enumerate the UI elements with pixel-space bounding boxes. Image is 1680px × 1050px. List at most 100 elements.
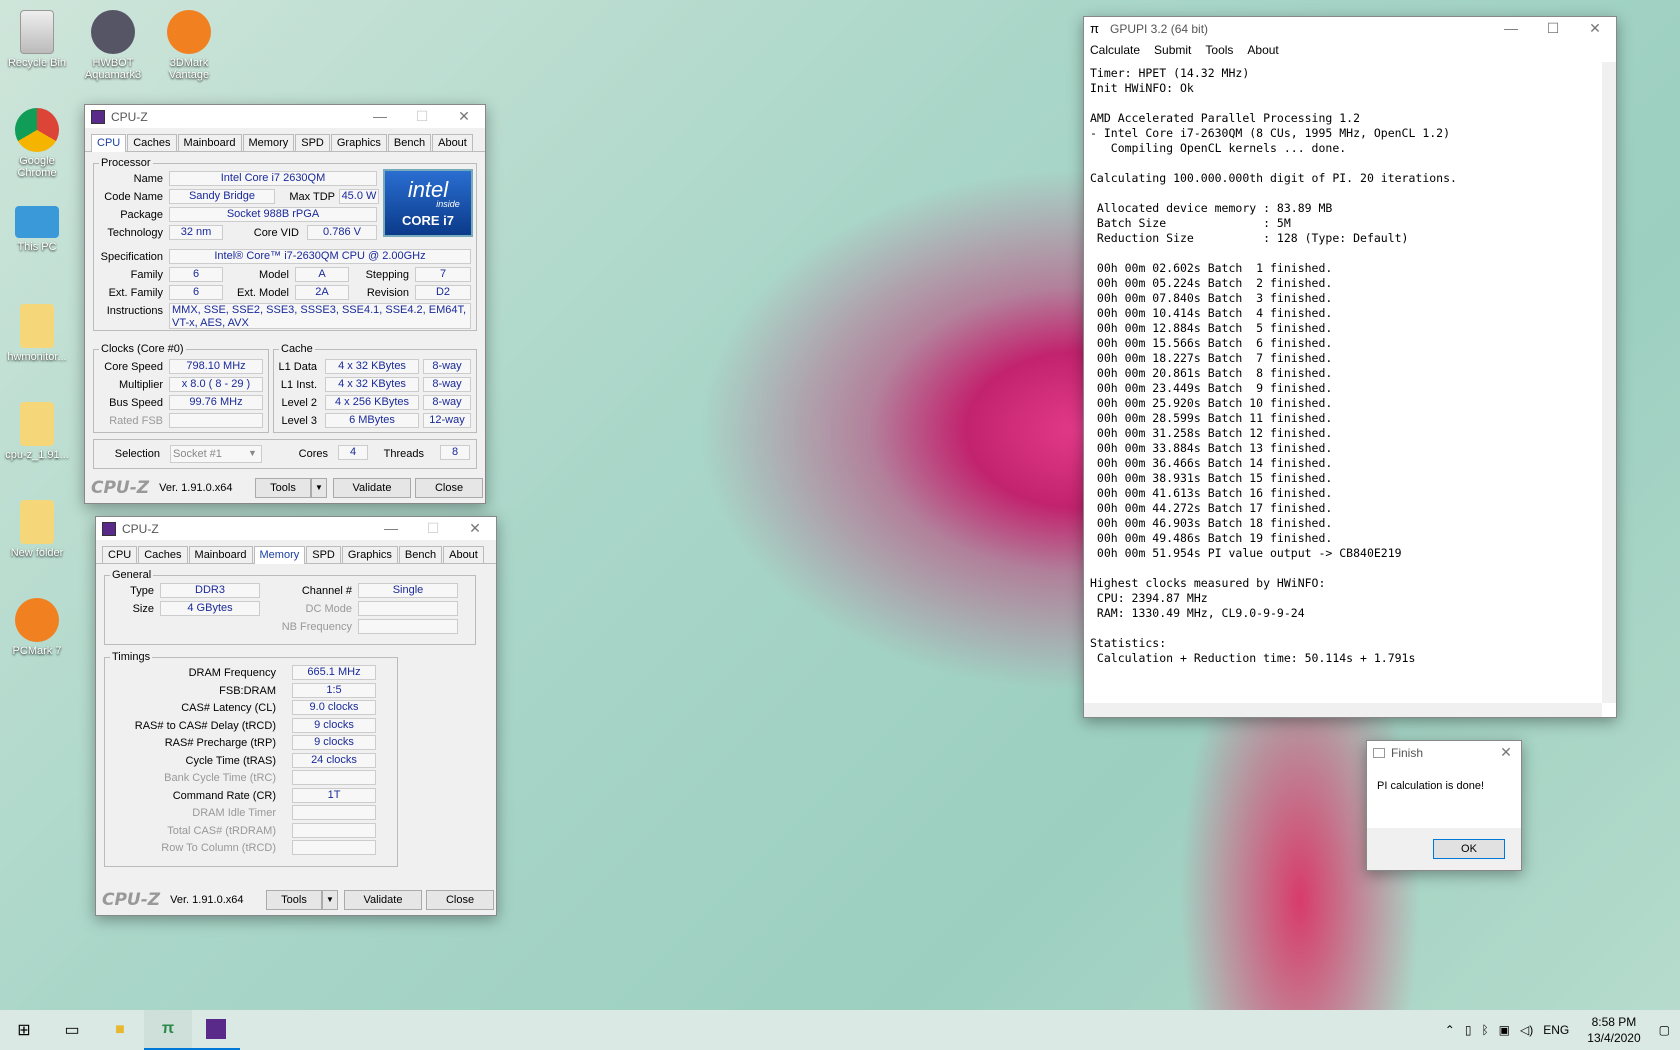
ratedfsb-value xyxy=(169,413,263,428)
tools-button[interactable]: Tools xyxy=(255,478,311,498)
network-icon[interactable]: ▣ xyxy=(1499,1023,1510,1037)
close-icon[interactable]: ✕ xyxy=(454,520,496,537)
tools-dropdown-icon[interactable]: ▼ xyxy=(322,890,338,910)
desktop-icon-cpuz-folder[interactable]: cpu-z_1.91... xyxy=(0,402,74,461)
start-button[interactable]: ⊞ xyxy=(0,1010,48,1050)
close-icon[interactable]: ✕ xyxy=(1491,744,1521,761)
clock[interactable]: 8:58 PM 13/4/2020 xyxy=(1587,1014,1640,1046)
desktop-icon-this-pc[interactable]: This PC xyxy=(0,206,74,253)
file-explorer-button[interactable]: ■ xyxy=(96,1010,144,1050)
dialog-message: PI calculation is done! xyxy=(1377,780,1485,792)
tab-memory[interactable]: Memory xyxy=(253,546,306,564)
tab-bench[interactable]: Bench xyxy=(398,546,443,563)
close-button[interactable]: Close xyxy=(415,478,483,498)
window-title: CPU-Z xyxy=(111,109,148,124)
vertical-scrollbar[interactable] xyxy=(1602,62,1616,703)
gpupi-log-area[interactable]: Timer: HPET (14.32 MHz) Init HWiNFO: Ok … xyxy=(1086,62,1602,703)
gpupi-titlebar[interactable]: π GPUPI 3.2 (64 bit) — ☐ ✕ xyxy=(1084,17,1616,40)
revision-label: Revision xyxy=(366,287,409,299)
notification-icon[interactable]: ▢ xyxy=(1659,1023,1670,1037)
menu-about[interactable]: About xyxy=(1247,43,1278,57)
tools-dropdown-icon[interactable]: ▼ xyxy=(311,478,327,498)
tab-graphics[interactable]: Graphics xyxy=(341,546,398,563)
windows-icon: ⊞ xyxy=(17,1022,31,1039)
finish-titlebar[interactable]: Finish ✕ xyxy=(1367,741,1521,764)
timing-value: 1:5 xyxy=(292,682,376,698)
bluetooth-icon[interactable]: ᛒ xyxy=(1481,1023,1488,1037)
validate-button[interactable]: Validate xyxy=(333,478,411,498)
validate-button[interactable]: Validate xyxy=(344,890,422,910)
general-legend: General xyxy=(112,569,152,581)
timing-label: Cycle Time (tRAS) xyxy=(185,754,276,767)
tab-spd[interactable]: SPD xyxy=(306,546,341,563)
desktop-icon-pcmark[interactable]: PCMark 7 xyxy=(0,598,74,657)
l1i-way: 8-way xyxy=(423,377,471,392)
timing-label: Row To Column (tRCD) xyxy=(161,842,276,854)
menu-tools[interactable]: Tools xyxy=(1205,43,1233,57)
window-title: CPU-Z xyxy=(122,521,159,536)
l2-value: 4 x 256 KBytes xyxy=(325,395,419,410)
chrome-icon xyxy=(15,108,59,152)
close-icon[interactable]: ✕ xyxy=(1574,20,1616,37)
task-view-button[interactable]: ▭ xyxy=(48,1010,96,1050)
timing-value: 9 clocks xyxy=(292,735,376,750)
tab-memory[interactable]: Memory xyxy=(242,134,295,151)
minimize-icon[interactable]: — xyxy=(359,108,401,125)
timing-label: Total CAS# (tRDRAM) xyxy=(167,824,276,837)
maximize-icon[interactable]: ☐ xyxy=(401,108,443,125)
close-icon[interactable]: ✕ xyxy=(443,108,485,125)
maximize-icon[interactable]: ☐ xyxy=(1532,20,1574,37)
cpuz-titlebar[interactable]: CPU-Z — ☐ ✕ xyxy=(96,517,496,540)
desktop-icon-label: 3DMark Vantage xyxy=(168,57,210,81)
desktop-icon-label: Google Chrome xyxy=(17,155,57,179)
size-value: 4 GBytes xyxy=(160,601,260,616)
cpuz-titlebar[interactable]: CPU-Z — ☐ ✕ xyxy=(85,105,485,128)
desktop-icon-chrome[interactable]: Google Chrome xyxy=(0,108,74,179)
desktop-icon-hwbot[interactable]: HWBOT Aquamark3 xyxy=(76,10,150,81)
close-button[interactable]: Close xyxy=(426,890,494,910)
ok-button[interactable]: OK xyxy=(1433,839,1505,859)
volume-icon[interactable]: ◁) xyxy=(1520,1023,1533,1037)
system-tray: ⌃ ▯ ᛒ ▣ ◁) ENG 8:58 PM 13/4/2020 ▢ xyxy=(1445,1014,1680,1046)
l1d-way: 8-way xyxy=(423,359,471,374)
tab-caches[interactable]: Caches xyxy=(138,546,188,563)
language-indicator[interactable]: ENG xyxy=(1543,1023,1569,1037)
tab-cpu[interactable]: CPU xyxy=(102,546,138,563)
chevron-down-icon[interactable]: ▼ xyxy=(248,448,257,458)
tab-mainboard[interactable]: Mainboard xyxy=(188,546,253,563)
channel-label: Channel # xyxy=(301,585,352,597)
minimize-icon[interactable]: — xyxy=(1490,20,1532,37)
tools-button[interactable]: Tools xyxy=(266,890,322,910)
chevron-up-icon[interactable]: ⌃ xyxy=(1445,1023,1455,1037)
desktop-icon-recycle-bin[interactable]: Recycle Bin xyxy=(0,10,74,69)
tab-spd[interactable]: SPD xyxy=(295,134,330,151)
desktop-icon-hwmonitor[interactable]: hwmonitor... xyxy=(0,304,74,363)
cpuz-bottom-bar: CPU-Z Ver. 1.91.0.x64 Tools ▼ Validate C… xyxy=(85,473,485,503)
tab-caches[interactable]: Caches xyxy=(127,134,177,151)
cpuz-taskbar-button[interactable] xyxy=(192,1010,240,1050)
cpuz-app-icon xyxy=(102,521,116,536)
desktop-icon-new-folder[interactable]: New folder xyxy=(0,500,74,559)
tab-about[interactable]: About xyxy=(443,546,484,563)
extmodel-value: 2A xyxy=(295,285,349,300)
threads-value: 8 xyxy=(440,445,470,460)
desktop-icon-label: New folder xyxy=(10,547,64,559)
tab-bench[interactable]: Bench xyxy=(387,134,432,151)
menu-submit[interactable]: Submit xyxy=(1154,43,1191,57)
menu-calculate[interactable]: Calculate xyxy=(1090,43,1140,57)
stepping-value: 7 xyxy=(415,267,471,282)
spec-label: Specification xyxy=(100,251,163,263)
minimize-icon[interactable]: — xyxy=(370,520,412,537)
selection-label: Selection xyxy=(114,448,160,460)
timing-label: Command Rate (CR) xyxy=(172,789,276,802)
tab-mainboard[interactable]: Mainboard xyxy=(177,134,242,151)
tab-about[interactable]: About xyxy=(432,134,473,151)
usb-icon[interactable]: ▯ xyxy=(1465,1023,1472,1037)
horizontal-scrollbar[interactable] xyxy=(1084,703,1602,717)
desktop-icon-3dmark[interactable]: 3DMark Vantage xyxy=(152,10,226,81)
tab-cpu[interactable]: CPU xyxy=(91,134,127,152)
maximize-icon[interactable]: ☐ xyxy=(412,520,454,537)
codename-value: Sandy Bridge xyxy=(169,189,275,204)
tab-graphics[interactable]: Graphics xyxy=(330,134,387,151)
gpupi-taskbar-button[interactable]: π xyxy=(144,1010,192,1050)
